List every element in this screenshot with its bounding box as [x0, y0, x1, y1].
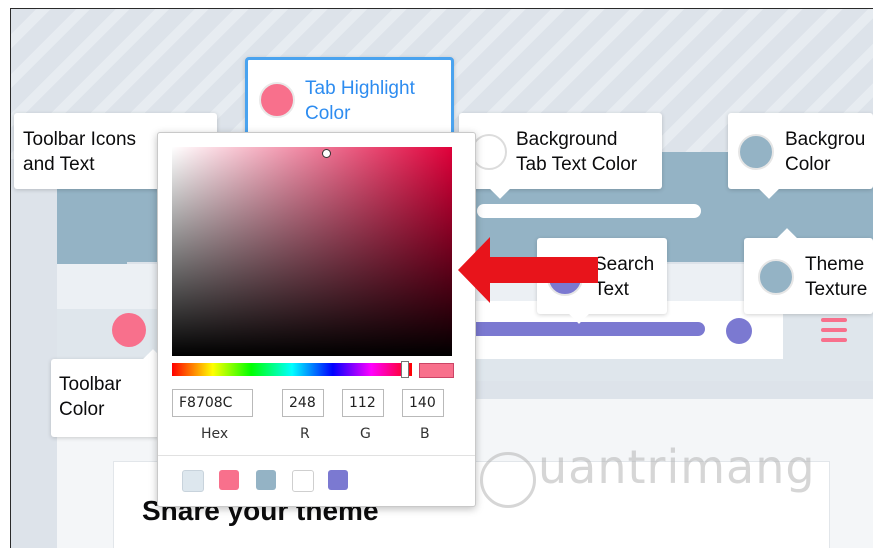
green-input[interactable]: 112 — [342, 389, 384, 417]
callout-background-color[interactable]: Backgrou Color — [728, 113, 873, 199]
color-picker-popup[interactable]: F8708C 248 112 140 Hex R G B — [157, 132, 476, 507]
callout-background-tab-text[interactable]: Background Tab Text Color — [459, 113, 662, 199]
callout-label: Theme Texture — [805, 254, 868, 300]
preset-swatch[interactable] — [328, 470, 348, 490]
hue-slider[interactable] — [172, 361, 412, 378]
callout-label: Toolbar Icons and Text — [23, 129, 137, 175]
sv-handle[interactable] — [322, 149, 331, 158]
toolbar-icon-dot[interactable] — [112, 313, 146, 347]
preset-swatch[interactable] — [182, 470, 204, 492]
preset-swatch[interactable] — [256, 470, 276, 490]
watermark-text: uantrimang — [538, 440, 816, 494]
callout-toolbar-color[interactable]: Toolbar Color — [51, 349, 191, 437]
blue-input[interactable]: 140 — [402, 389, 444, 417]
background-tab-text-swatch[interactable] — [471, 134, 507, 170]
callout-label: Backgrou Color — [785, 129, 866, 175]
hex-input[interactable]: F8708C — [172, 389, 253, 417]
red-label: R — [300, 426, 310, 442]
background-color-swatch[interactable] — [738, 134, 774, 170]
search-icon-dot — [726, 318, 752, 344]
hue-slider-handle[interactable] — [401, 361, 409, 378]
preset-swatch[interactable] — [292, 470, 314, 492]
theme-texture-swatch[interactable] — [758, 259, 794, 295]
background-tab-text-bar — [477, 204, 701, 218]
red-input[interactable]: 248 — [282, 389, 324, 417]
current-color-preview — [419, 363, 454, 378]
watermark-logo-icon — [480, 452, 536, 508]
callout-theme-texture[interactable]: Theme Texture — [744, 228, 873, 314]
hamburger-menu-icon[interactable] — [821, 318, 847, 344]
picker-divider — [158, 455, 475, 456]
callout-label: Tab Highlight Color — [305, 78, 415, 124]
hex-label: Hex — [201, 426, 229, 442]
saturation-value-area[interactable] — [172, 147, 452, 356]
callout-label: Search Text — [594, 254, 655, 300]
callout-label: Background Tab Text Color — [516, 129, 638, 175]
tab-highlight-swatch[interactable] — [259, 82, 295, 118]
sidebar-preview — [57, 179, 127, 264]
search-text-bar — [463, 322, 705, 336]
preset-swatch[interactable] — [219, 470, 239, 490]
green-label: G — [360, 426, 371, 442]
blue-label: B — [420, 426, 430, 442]
red-arrow-annotation — [458, 237, 598, 303]
callout-label: Toolbar Color — [59, 374, 122, 420]
